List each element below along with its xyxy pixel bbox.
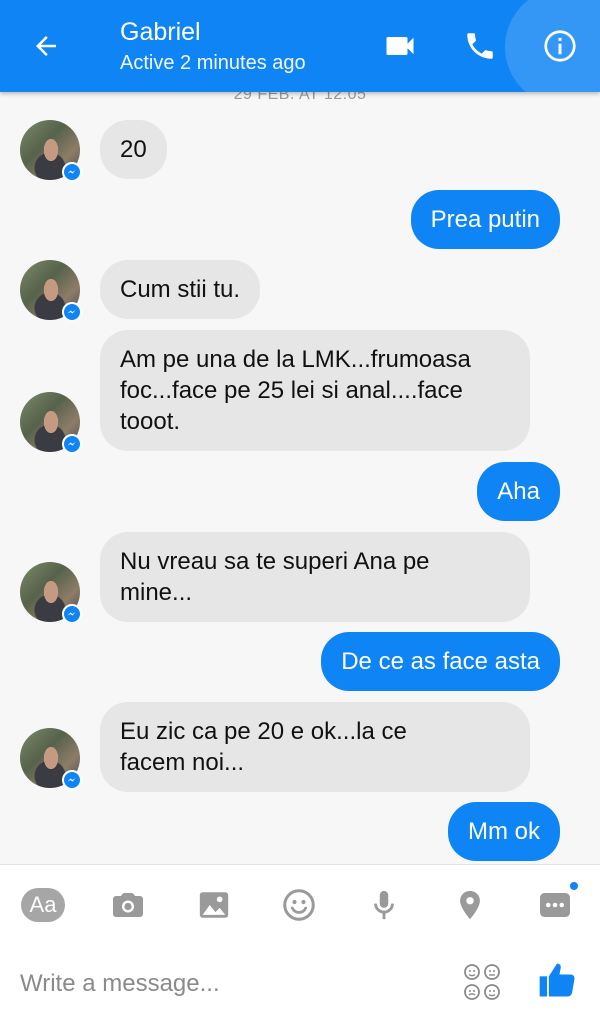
contact-avatar[interactable] — [20, 120, 82, 182]
more-options-button[interactable] — [533, 880, 580, 927]
info-button[interactable] — [538, 24, 582, 68]
info-icon — [544, 30, 576, 62]
camera-button[interactable] — [106, 883, 150, 927]
incoming-message[interactable]: Eu zic ca pe 20 e ok...la ce facem noi..… — [100, 702, 530, 792]
sticker-button[interactable] — [462, 962, 502, 1002]
emoji-button[interactable] — [277, 883, 321, 927]
microphone-icon — [374, 890, 394, 920]
messenger-badge-icon — [62, 604, 82, 624]
contact-status: Active 2 minutes ago — [120, 52, 306, 74]
messenger-badge-icon — [62, 434, 82, 454]
messenger-badge-icon — [62, 302, 82, 322]
location-button[interactable] — [448, 883, 492, 927]
contact-avatar[interactable] — [20, 562, 82, 624]
camera-icon — [113, 893, 143, 917]
message-input[interactable] — [20, 962, 440, 1006]
incoming-message[interactable]: 20 — [100, 120, 167, 179]
composer-toolbar: Aa — [0, 864, 600, 944]
incoming-message[interactable]: Nu vreau sa te superi Ana pe mine... — [100, 532, 530, 622]
text-format-button[interactable]: Aa — [20, 883, 66, 927]
like-button[interactable] — [536, 958, 580, 1002]
text-format-icon: Aa — [21, 888, 65, 922]
conversation-header: Gabriel Active 2 minutes ago — [0, 0, 600, 92]
contact-avatar[interactable] — [20, 728, 82, 790]
back-arrow-icon — [36, 36, 56, 56]
gallery-button[interactable] — [192, 883, 236, 927]
outgoing-message[interactable]: Prea putin — [410, 190, 560, 249]
notification-dot — [568, 880, 580, 892]
voice-call-button[interactable] — [458, 24, 502, 68]
messenger-badge-icon — [62, 770, 82, 790]
incoming-message[interactable]: Cum stii tu. — [100, 260, 261, 319]
location-pin-icon — [460, 890, 480, 920]
phone-icon — [467, 33, 493, 59]
contact-avatar[interactable] — [20, 392, 82, 454]
video-camera-icon — [386, 37, 414, 55]
message-composer — [0, 944, 600, 1023]
contact-name: Gabriel — [120, 18, 201, 46]
date-separator: 29 FEB. AT 12:05 — [233, 92, 367, 103]
video-call-button[interactable] — [378, 24, 422, 68]
messenger-badge-icon — [62, 162, 82, 182]
back-button[interactable] — [22, 26, 70, 66]
image-icon — [199, 892, 229, 918]
thumbs-up-icon — [539, 963, 575, 997]
voice-record-button[interactable] — [362, 883, 406, 927]
more-icon — [540, 893, 570, 917]
sticker-icon — [464, 964, 500, 1000]
outgoing-message[interactable]: Mm ok — [448, 802, 560, 861]
emoji-icon — [283, 889, 315, 921]
outgoing-message[interactable]: Aha — [477, 462, 560, 521]
contact-avatar[interactable] — [20, 260, 82, 322]
message-list[interactable]: 29 FEB. AT 12:05 20 Prea putin Cum stii … — [0, 92, 600, 864]
outgoing-message[interactable]: De ce as face asta — [321, 632, 560, 691]
incoming-message[interactable]: Am pe una de la LMK...frumoasa foc...fac… — [100, 330, 530, 451]
